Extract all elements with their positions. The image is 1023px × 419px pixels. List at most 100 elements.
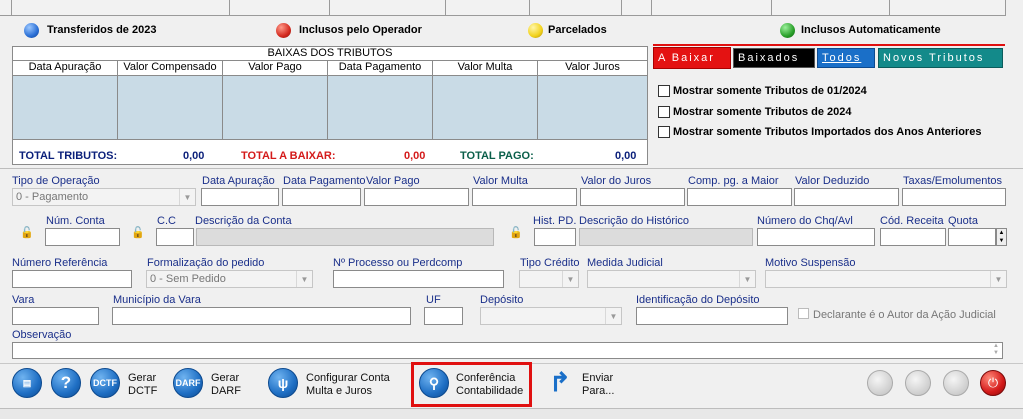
cc-input[interactable] bbox=[156, 228, 194, 246]
configurar-button[interactable]: Configurar Conta Multa e Juros bbox=[306, 372, 390, 398]
medida-judicial-label: Medida Judicial bbox=[587, 257, 663, 269]
valor-deduzido-input[interactable] bbox=[794, 188, 899, 206]
declarante-label[interactable]: Declarante é o Autor da Ação Judicial bbox=[813, 309, 996, 321]
baixas-title: BAIXAS DOS TRIBUTOS bbox=[13, 47, 647, 61]
motivo-suspensao-select[interactable]: ▼ bbox=[765, 270, 1007, 288]
print-button[interactable]: ▤ bbox=[12, 368, 42, 398]
opt2-label[interactable]: Mostrar somente Tributos de 2024 bbox=[673, 106, 852, 118]
col-valor-compensado[interactable]: Valor Compensado bbox=[118, 61, 223, 76]
valor-juros-label: Valor do Juros bbox=[581, 175, 652, 187]
numero-referencia-label: Número Referência bbox=[12, 257, 108, 269]
green-dot-icon bbox=[780, 23, 795, 38]
tab-novos-tributos[interactable]: Novos Tributos bbox=[878, 48, 1003, 68]
comp-pg-label: Comp. pg. a Maior bbox=[688, 175, 779, 187]
num-conta-input[interactable] bbox=[45, 228, 120, 246]
power-button[interactable]: ⏻ bbox=[980, 370, 1006, 396]
observacao-scroll[interactable]: ▲ ▼ bbox=[990, 343, 1002, 358]
help-button[interactable]: ? bbox=[51, 368, 81, 398]
conferencia-icon-button[interactable]: ⚲ bbox=[419, 368, 449, 398]
chevron-down-icon: ▼ bbox=[990, 271, 1006, 287]
observacao-label: Observação bbox=[12, 329, 72, 341]
processo-input[interactable] bbox=[333, 270, 504, 288]
cod-receita-input[interactable] bbox=[880, 228, 946, 246]
formalizacao-select[interactable]: 0 - Sem Pedido ▼ bbox=[146, 270, 313, 288]
taxas-input[interactable] bbox=[902, 188, 1006, 206]
question-icon: ? bbox=[60, 373, 72, 392]
deposito-select[interactable]: ▼ bbox=[480, 307, 622, 325]
valor-multa-label: Valor Multa bbox=[473, 175, 528, 187]
data-apuracao-label: Data Apuração bbox=[202, 175, 275, 187]
lock-icon[interactable]: 🔓 bbox=[131, 226, 145, 240]
col-valor-juros[interactable]: Valor Juros bbox=[538, 61, 647, 76]
observacao-input[interactable] bbox=[12, 342, 1003, 359]
legend-transferidos: Transferidos de 2023 bbox=[47, 24, 157, 36]
total-tributos-value: 0,00 bbox=[183, 150, 205, 162]
numero-chq-input[interactable] bbox=[757, 228, 875, 246]
total-a-baixar-label: TOTAL A BAIXAR: bbox=[241, 150, 336, 162]
gerar-darf-button[interactable]: Gerar DARF bbox=[211, 372, 241, 398]
grid-col-line bbox=[118, 76, 223, 139]
conferencia-button[interactable]: Conferência Contabilidade bbox=[456, 372, 523, 398]
opt3-checkbox[interactable] bbox=[658, 126, 670, 138]
col-valor-pago[interactable]: Valor Pago bbox=[223, 61, 328, 76]
processo-label: Nº Processo ou Perdcomp bbox=[333, 257, 463, 269]
tab-red-line bbox=[653, 44, 1005, 46]
gerar-dctf-icon-button[interactable]: DCTF bbox=[90, 368, 120, 398]
enviar-button[interactable]: Enviar Para... bbox=[582, 372, 614, 398]
municipio-vara-input[interactable] bbox=[112, 307, 411, 325]
col-data-apuracao[interactable]: Data Apuração bbox=[13, 61, 118, 76]
configurar-icon-button[interactable]: ψ bbox=[268, 368, 298, 398]
cod-receita-label: Cód. Receita bbox=[880, 215, 944, 227]
tab-baixados[interactable]: Baixados bbox=[733, 48, 815, 68]
valor-deduzido-label: Valor Deduzido bbox=[795, 175, 870, 187]
quota-spinner[interactable]: ▲ ▼ bbox=[996, 228, 1007, 246]
descricao-historico-label: Descrição do Histórico bbox=[579, 215, 690, 227]
status-bar bbox=[0, 408, 1023, 419]
disabled-tool-icon bbox=[943, 370, 969, 396]
opt1-label[interactable]: Mostrar somente Tributos de 01/2024 bbox=[673, 85, 867, 97]
legend-inclusos-operador: Inclusos pelo Operador bbox=[299, 24, 422, 36]
data-pagamento-input[interactable] bbox=[282, 188, 361, 206]
tipo-credito-select[interactable]: ▼ bbox=[519, 270, 579, 288]
cc-label: C.C bbox=[157, 215, 176, 227]
comp-pg-input[interactable] bbox=[687, 188, 792, 206]
chevron-down-icon: ▼ bbox=[179, 189, 195, 205]
declarante-checkbox[interactable] bbox=[798, 308, 809, 319]
identificacao-deposito-input[interactable] bbox=[636, 307, 788, 325]
medida-judicial-select[interactable]: ▼ bbox=[587, 270, 756, 288]
chevron-down-icon: ▼ bbox=[562, 271, 578, 287]
gerar-darf-icon-button[interactable]: DARF bbox=[173, 368, 203, 398]
chevron-down-icon: ▼ bbox=[296, 271, 312, 287]
numero-referencia-input[interactable] bbox=[12, 270, 132, 288]
data-apuracao-input[interactable] bbox=[201, 188, 279, 206]
tab-a-baixar[interactable]: A Baixar bbox=[653, 47, 731, 69]
formalizacao-value: 0 - Sem Pedido bbox=[150, 273, 226, 285]
formalizacao-label: Formalização do pedido bbox=[147, 257, 265, 269]
legend-inclusos-auto: Inclusos Automaticamente bbox=[801, 24, 941, 36]
col-data-pagamento[interactable]: Data Pagamento bbox=[328, 61, 433, 76]
quota-input[interactable] bbox=[948, 228, 996, 246]
descricao-conta-label: Descrição da Conta bbox=[195, 215, 292, 227]
descricao-historico-input bbox=[579, 228, 753, 246]
valor-juros-input[interactable] bbox=[580, 188, 685, 206]
darf-icon: DARF bbox=[175, 378, 201, 388]
chevron-down-icon: ▼ bbox=[605, 308, 621, 324]
opt2-checkbox[interactable] bbox=[658, 106, 670, 118]
grid-footer-line bbox=[13, 139, 647, 140]
opt1-checkbox[interactable] bbox=[658, 85, 670, 97]
printer-icon: ▤ bbox=[22, 377, 32, 388]
col-valor-multa[interactable]: Valor Multa bbox=[433, 61, 538, 76]
power-icon: ⏻ bbox=[987, 375, 999, 390]
gerar-dctf-button[interactable]: Gerar DCTF bbox=[128, 372, 157, 398]
uf-input[interactable] bbox=[424, 307, 463, 325]
hist-pd-input[interactable] bbox=[534, 228, 576, 246]
valor-multa-input[interactable] bbox=[472, 188, 577, 206]
lock-icon[interactable]: 🔓 bbox=[509, 226, 523, 240]
tab-todos[interactable]: Todos bbox=[817, 48, 875, 68]
tipo-operacao-select[interactable]: 0 - Pagamento ▼ bbox=[12, 188, 196, 206]
share-arrow-icon[interactable]: ↱ bbox=[549, 369, 575, 397]
valor-pago-input[interactable] bbox=[364, 188, 469, 206]
opt3-label[interactable]: Mostrar somente Tributos Importados dos … bbox=[673, 126, 981, 138]
lock-icon[interactable]: 🔓 bbox=[20, 226, 34, 240]
vara-input[interactable] bbox=[12, 307, 99, 325]
